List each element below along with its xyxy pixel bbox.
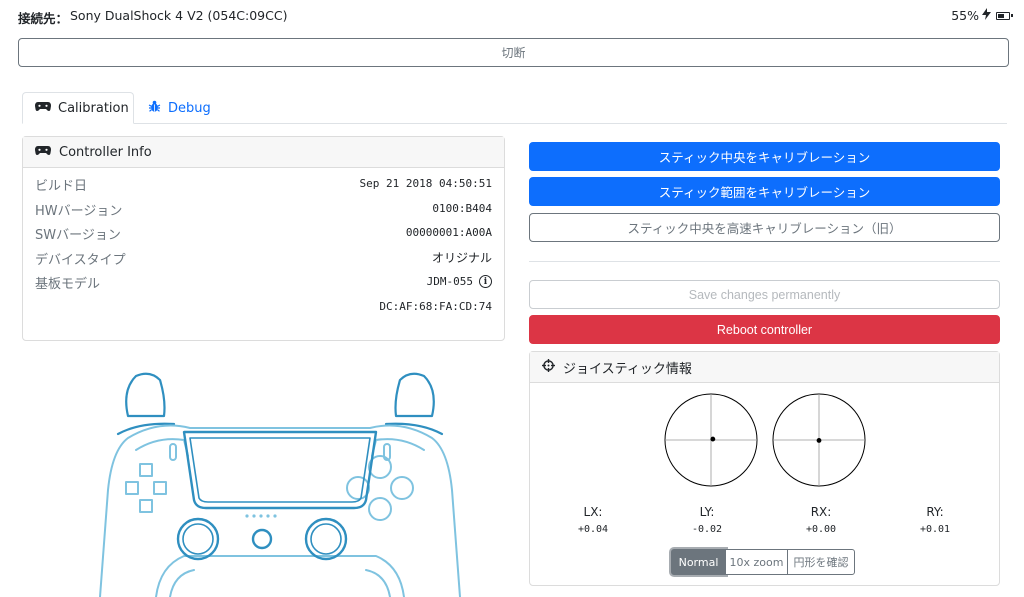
axis-label: RY:	[926, 505, 944, 519]
right-stick-display	[772, 393, 866, 487]
bolt-icon	[982, 8, 991, 23]
fast-calibrate-center-button[interactable]: スティック中央を高速キャリブレーション（旧）	[529, 213, 1000, 242]
crosshair-icon	[542, 358, 555, 376]
info-value-text: 0100:B404	[432, 201, 492, 215]
axis-value: -0.02	[691, 524, 723, 535]
tab-debug[interactable]: Debug	[136, 92, 223, 124]
right-stick-position-dot	[816, 438, 822, 443]
info-value: Sep 21 2018 04:50:51	[360, 177, 492, 190]
joystick-info-header: ジョイスティック情報	[530, 352, 999, 383]
axis-lx: LX: +0.04	[553, 505, 633, 535]
controller-info-card: Controller Info ビルド日 Sep 21 2018 04:50:5…	[22, 136, 505, 341]
mode-10x-zoom-button[interactable]: 10x zoom	[725, 549, 788, 575]
reboot-controller-button[interactable]: Reboot controller	[529, 315, 1000, 344]
info-row-build-date: ビルド日 Sep 21 2018 04:50:51	[35, 175, 492, 200]
axis-ry: RY: +0.01	[895, 505, 975, 535]
axis-ly: LY: -0.02	[667, 505, 747, 535]
divider	[529, 261, 1000, 262]
controller-illustration	[99, 372, 461, 597]
controller-info-header: Controller Info	[23, 137, 504, 168]
mode-normal-button[interactable]: Normal	[671, 549, 726, 575]
battery-percent: 55%	[951, 8, 979, 23]
info-value: DC:AF:68:FA:CD:74	[379, 300, 492, 313]
connection-label: 接続先：	[18, 11, 69, 26]
battery-icon	[996, 11, 1013, 20]
bug-icon	[148, 100, 161, 117]
tab-calibration-label: Calibration	[58, 100, 129, 116]
disconnect-button[interactable]: 切断	[18, 38, 1009, 67]
info-key: ビルド日	[35, 179, 88, 194]
tab-debug-label: Debug	[168, 100, 211, 116]
left-stick-display	[664, 393, 758, 487]
info-icon[interactable]: i	[479, 275, 492, 289]
battery-status: 55%	[951, 8, 1013, 23]
axis-value: +0.00	[805, 524, 837, 535]
info-row-sw-version: SWバージョン 00000001:A00A	[35, 224, 492, 249]
calibrate-center-button[interactable]: スティック中央をキャリブレーション	[529, 142, 1000, 171]
info-key: 基板モデル	[35, 277, 101, 293]
info-row-mac-address: DC:AF:68:FA:CD:74	[35, 298, 492, 323]
connection-bar: 接続先： Sony DualShock 4 V2 (054C:09CC) 55%	[18, 8, 1013, 26]
info-row-board-model: 基板モデル JDM-055 i	[35, 273, 492, 298]
axis-label: LY:	[699, 505, 715, 519]
info-value-text: 00000001:A00A	[405, 226, 492, 240]
info-value-text: JDM-055	[426, 275, 473, 289]
joystick-info-title: ジョイスティック情報	[563, 361, 692, 377]
info-value: JDM-055 i	[426, 275, 492, 289]
info-key: SWバージョン	[35, 228, 121, 244]
axis-value: +0.01	[919, 524, 951, 535]
gamepad-icon	[35, 101, 51, 116]
calibrate-range-button[interactable]: スティック範囲をキャリブレーション	[529, 177, 1000, 206]
save-permanently-button[interactable]: Save changes permanently	[529, 280, 1000, 309]
tab-bar: Calibration Debug	[22, 92, 1007, 124]
info-value: 00000001:A00A	[406, 226, 492, 239]
display-mode-group: Normal 10x zoom 円形を確認	[671, 549, 855, 575]
mode-check-circularity-button[interactable]: 円形を確認	[787, 549, 855, 575]
info-key: HWバージョン	[35, 203, 123, 219]
info-row-device-type: デバイスタイプ オリジナル	[35, 249, 492, 274]
axis-label: RX:	[810, 505, 832, 519]
gamepad-icon	[35, 145, 51, 160]
controller-info-list: ビルド日 Sep 21 2018 04:50:51 HWバージョン 0100:B…	[35, 175, 492, 323]
axis-value: +0.04	[577, 524, 609, 535]
info-value-text: オリジナル	[431, 250, 492, 265]
device-name: Sony DualShock 4 V2 (054C:09CC)	[70, 8, 288, 23]
info-value: オリジナル	[432, 249, 492, 266]
info-row-hw-version: HWバージョン 0100:B404	[35, 200, 492, 225]
info-key: デバイスタイプ	[35, 252, 126, 268]
axis-rx: RX: +0.00	[781, 505, 861, 535]
info-value-text: Sep 21 2018 04:50:51	[359, 177, 492, 190]
controller-info-title: Controller Info	[59, 144, 152, 160]
axis-label: LX:	[583, 505, 603, 519]
left-stick-position-dot	[710, 436, 716, 442]
tab-calibration[interactable]: Calibration	[22, 92, 134, 124]
info-value: 0100:B404	[432, 202, 492, 215]
info-value-text: DC:AF:68:FA:CD:74	[379, 299, 492, 313]
